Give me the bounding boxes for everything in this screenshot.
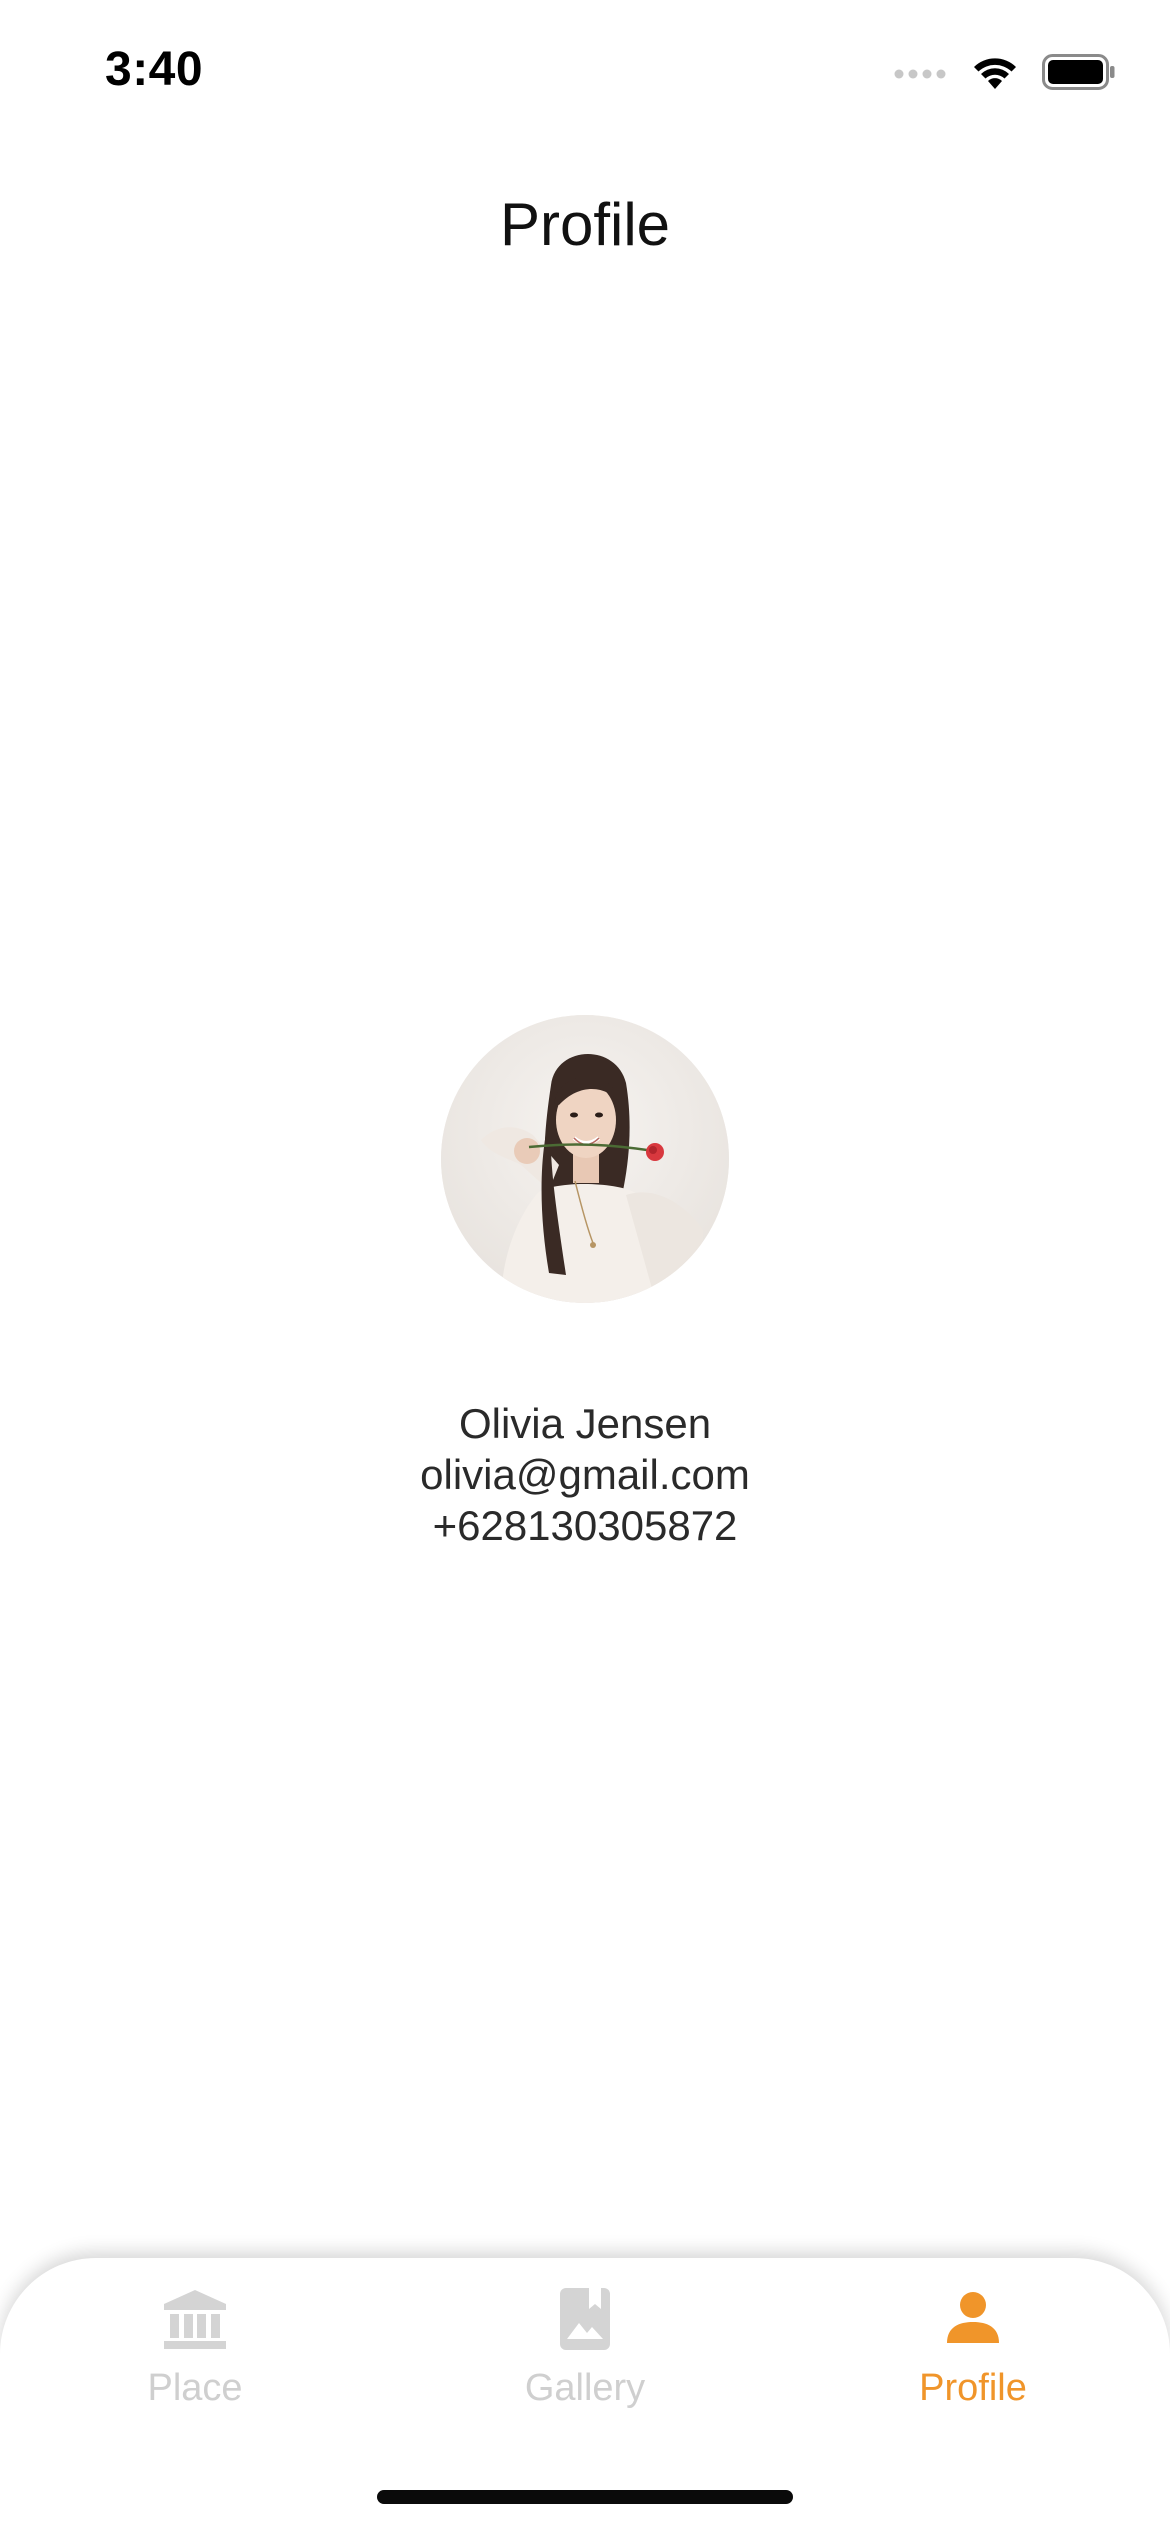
- profile-name: Olivia Jensen: [458, 1400, 712, 1447]
- profile-screen: 3:40 Profile Olivia Jensen olivia@gmail.…: [0, 0, 1170, 2532]
- status-bar: 3:40: [0, 0, 1170, 140]
- nav-label-place: Place: [147, 2367, 243, 2409]
- profile-info: Olivia Jensen olivia@gmail.com +62813030…: [0, 1398, 1170, 1551]
- nav-label-profile: Profile: [919, 2367, 1027, 2409]
- profile-photo: [441, 1015, 729, 1303]
- profile-email: olivia@gmail.com: [420, 1451, 750, 1498]
- nav-item-gallery[interactable]: Gallery: [465, 2286, 705, 2416]
- nav-item-profile[interactable]: Profile: [853, 2286, 1093, 2416]
- bank-icon: [160, 2286, 230, 2352]
- nav-item-place[interactable]: Place: [75, 2286, 315, 2416]
- cellular-signal-icon: [894, 64, 948, 85]
- photo-bookmark-icon: [550, 2286, 620, 2352]
- status-icons: [894, 52, 1116, 96]
- battery-icon: [1042, 53, 1116, 95]
- home-indicator[interactable]: [377, 2490, 793, 2504]
- profile-avatar: [441, 1015, 729, 1303]
- status-time: 3:40: [105, 43, 204, 96]
- wifi-icon: [970, 53, 1020, 96]
- person-icon: [938, 2286, 1008, 2352]
- nav-label-gallery: Gallery: [524, 2367, 646, 2409]
- profile-phone: +628130305872: [432, 1502, 738, 1549]
- page-title: Profile: [499, 191, 671, 258]
